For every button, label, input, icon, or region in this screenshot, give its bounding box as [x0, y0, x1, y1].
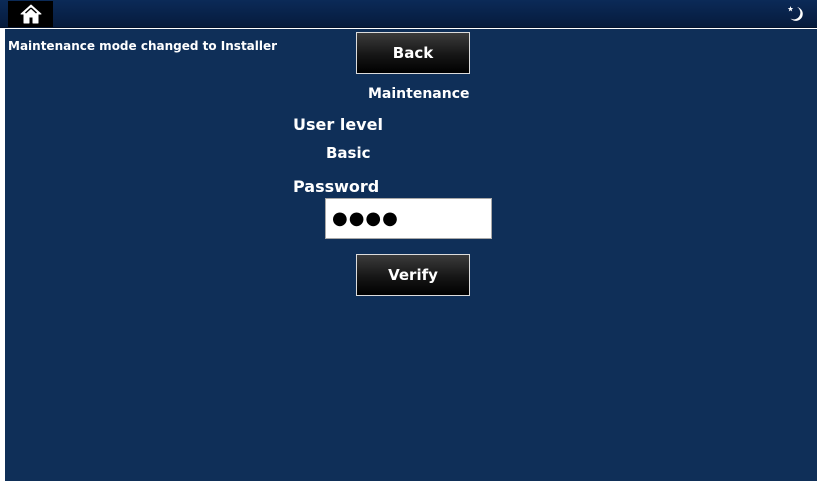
password-label: Password [293, 177, 380, 196]
night-mode-button[interactable] [783, 1, 809, 27]
status-message: Maintenance mode changed to Installer [8, 39, 278, 53]
verify-button[interactable]: Verify [356, 254, 470, 296]
top-bar [0, 0, 817, 28]
password-input[interactable]: ●●●● [325, 198, 492, 239]
back-button[interactable]: Back [356, 32, 470, 74]
home-icon [20, 4, 41, 24]
maintenance-screen: Maintenance mode changed to Installer Ba… [0, 0, 817, 481]
user-level-value: Basic [326, 144, 371, 162]
user-level-label: User level [293, 115, 383, 134]
page-title: Maintenance [368, 86, 470, 102]
main-panel: Maintenance mode changed to Installer Ba… [5, 29, 817, 481]
moon-star-icon [787, 6, 803, 21]
home-button[interactable] [8, 1, 53, 27]
